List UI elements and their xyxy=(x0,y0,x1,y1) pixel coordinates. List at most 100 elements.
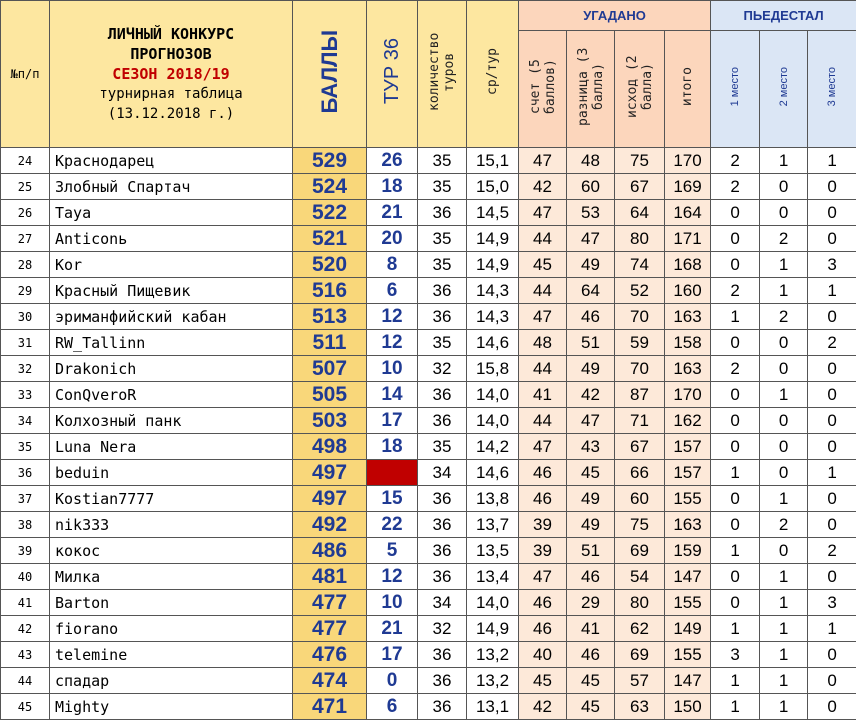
score-guessed: 42 xyxy=(518,693,567,720)
score-guessed: 44 xyxy=(518,355,567,382)
rank-cell: 24 xyxy=(0,147,50,174)
podium-first: 1 xyxy=(710,667,761,694)
score-guessed: 47 xyxy=(518,563,567,590)
header-guessed-group: УГАДАНО xyxy=(517,0,712,31)
player-name: Barton xyxy=(49,589,293,616)
avg-per-tour: 13,2 xyxy=(466,667,519,694)
podium-third: 0 xyxy=(807,303,856,330)
tours-count: 35 xyxy=(417,433,467,460)
diff-guessed: 29 xyxy=(566,589,615,616)
player-name: Mighty xyxy=(49,693,293,720)
table-row: 30 эриманфийский кабан 513 12 36 14,3 47 46 70 16… xyxy=(0,303,856,330)
outcome-guessed: 52 xyxy=(614,277,665,304)
podium-first: 0 xyxy=(710,511,761,538)
rank-cell: 37 xyxy=(0,485,50,512)
podium-third: 0 xyxy=(807,667,856,694)
player-name: Kostian7777 xyxy=(49,485,293,512)
tours-count: 34 xyxy=(417,459,467,486)
player-name: Taya xyxy=(49,199,293,226)
podium-third: 0 xyxy=(807,511,856,538)
tour-score: 17 xyxy=(366,641,418,668)
podium-second: 0 xyxy=(759,173,809,200)
table-row: 33 ConQveroR 505 14 36 14,0 41 42 87 170 0 1 0 xyxy=(0,381,856,408)
points-cell: 522 xyxy=(292,199,367,226)
rank-cell: 27 xyxy=(0,225,50,252)
header-place3: 3 место xyxy=(807,30,856,148)
outcome-guessed: 54 xyxy=(614,563,665,590)
podium-third: 2 xyxy=(807,329,856,356)
tours-count: 35 xyxy=(417,251,467,278)
tours-count: 32 xyxy=(417,355,467,382)
table-row: 31 RW_Tallinn 511 12 35 14,6 48 51 59 158 0 0 2 xyxy=(0,329,856,356)
rank-cell: 45 xyxy=(0,693,50,720)
diff-guessed: 45 xyxy=(566,667,615,694)
header-place2: 2 место xyxy=(759,30,809,148)
standings-table: №п/п ЛИЧНЫЙ КОНКУРС ПРОГНОЗОВ СЕЗОН 2018… xyxy=(0,0,856,720)
rank-cell: 35 xyxy=(0,433,50,460)
podium-first: 0 xyxy=(710,329,761,356)
podium-first: 0 xyxy=(710,251,761,278)
diff-guessed: 41 xyxy=(566,615,615,642)
podium-third: 0 xyxy=(807,355,856,382)
podium-second: 1 xyxy=(759,277,809,304)
rank-cell: 41 xyxy=(0,589,50,616)
table-row: 25 Злобный Спартач 524 18 35 15,0 42 60 67 169 2 0 0 xyxy=(0,173,856,200)
points-cell: 524 xyxy=(292,173,367,200)
avg-per-tour: 13,8 xyxy=(466,485,519,512)
podium-first: 2 xyxy=(710,173,761,200)
outcome-guessed: 67 xyxy=(614,433,665,460)
score-guessed: 39 xyxy=(518,511,567,538)
podium-second: 2 xyxy=(759,511,809,538)
diff-guessed: 64 xyxy=(566,277,615,304)
title-line2: ПРОГНОЗОВ xyxy=(130,45,212,63)
total-guessed: 158 xyxy=(663,329,712,356)
diff-guessed: 49 xyxy=(566,511,615,538)
podium-third: 0 xyxy=(807,641,856,668)
diff-guessed: 45 xyxy=(566,693,615,720)
tours-count: 36 xyxy=(417,303,467,330)
table-row: 27 Anticonь 521 20 35 14,9 44 47 80 171 0 2 0 xyxy=(0,225,856,252)
podium-first: 0 xyxy=(710,485,761,512)
podium-first: 0 xyxy=(710,407,761,434)
tour-score: 22 xyxy=(366,511,418,538)
tour-score: 10 xyxy=(366,589,418,616)
total-guessed: 157 xyxy=(663,433,712,460)
table-date: (13.12.2018 г.) xyxy=(107,106,235,122)
podium-second: 0 xyxy=(759,199,809,226)
podium-third: 0 xyxy=(807,381,856,408)
tours-count: 36 xyxy=(417,667,467,694)
outcome-guessed: 66 xyxy=(614,459,665,486)
outcome-guessed: 63 xyxy=(614,693,665,720)
avg-per-tour: 14,9 xyxy=(466,225,519,252)
podium-second: 1 xyxy=(759,693,809,720)
podium-second: 1 xyxy=(759,251,809,278)
podium-third: 1 xyxy=(807,615,856,642)
header-avg: ср/тур xyxy=(466,0,519,148)
header-place1: 1 место xyxy=(710,30,761,148)
podium-third: 0 xyxy=(807,563,856,590)
points-cell: 498 xyxy=(292,433,367,460)
tour-score xyxy=(366,459,418,486)
podium-third: 1 xyxy=(807,459,856,486)
points-cell: 471 xyxy=(292,693,367,720)
outcome-guessed: 62 xyxy=(614,615,665,642)
diff-guessed: 46 xyxy=(566,641,615,668)
tour-score: 15 xyxy=(366,485,418,512)
tours-count: 35 xyxy=(417,225,467,252)
avg-per-tour: 14,9 xyxy=(466,251,519,278)
podium-second: 2 xyxy=(759,225,809,252)
avg-per-tour: 14,0 xyxy=(466,407,519,434)
total-guessed: 155 xyxy=(663,589,712,616)
title-line1: ЛИЧНЫЙ КОНКУРС xyxy=(107,25,235,43)
outcome-guessed: 70 xyxy=(614,355,665,382)
score-guessed: 46 xyxy=(518,459,567,486)
points-cell: 507 xyxy=(292,355,367,382)
player-name: кокос xyxy=(49,537,293,564)
podium-third: 3 xyxy=(807,589,856,616)
points-cell: 481 xyxy=(292,563,367,590)
diff-guessed: 42 xyxy=(566,381,615,408)
total-guessed: 163 xyxy=(663,355,712,382)
rank-cell: 38 xyxy=(0,511,50,538)
outcome-guessed: 75 xyxy=(614,511,665,538)
podium-third: 0 xyxy=(807,407,856,434)
